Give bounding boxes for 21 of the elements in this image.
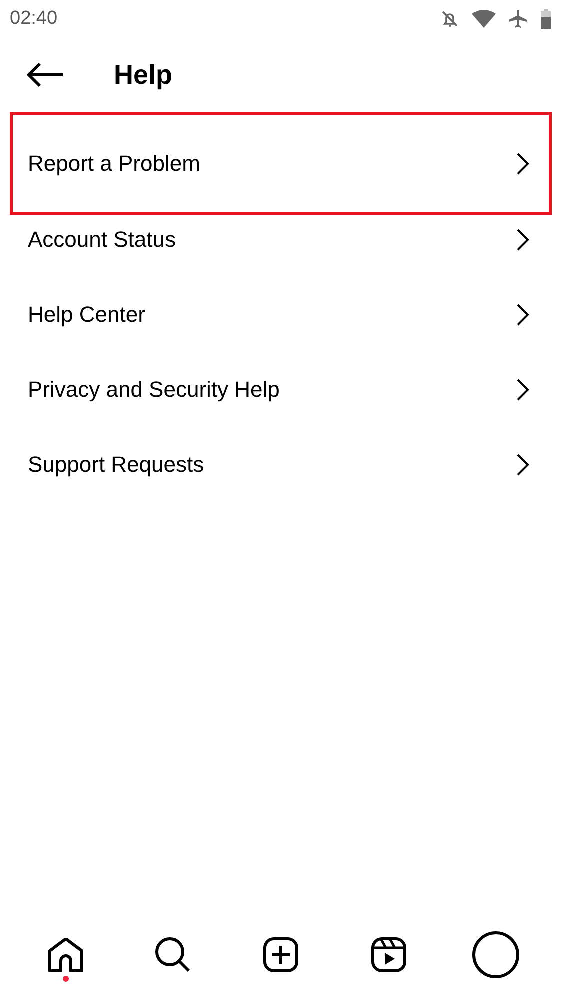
bell-off-icon <box>440 9 460 29</box>
chevron-right-icon <box>517 228 529 250</box>
airplane-icon <box>508 9 528 29</box>
menu-item[interactable]: Support Requests <box>10 427 552 502</box>
chevron-right-icon <box>517 378 529 400</box>
status-time: 02:40 <box>10 8 58 30</box>
chevron-right-icon <box>517 454 529 476</box>
wifi-icon <box>472 10 496 28</box>
page-title: Help <box>114 60 173 90</box>
home-icon[interactable] <box>48 938 84 972</box>
chevron-right-icon <box>517 304 529 326</box>
profile-avatar-icon[interactable] <box>472 931 520 979</box>
menu-item[interactable]: Help Center <box>10 277 552 352</box>
menu-item[interactable]: Report a Problem <box>10 112 552 215</box>
search-icon[interactable] <box>155 937 192 973</box>
plus-square-icon[interactable] <box>262 937 299 973</box>
back-arrow-icon[interactable] <box>26 62 64 88</box>
chevron-right-icon <box>517 152 529 174</box>
battery-icon <box>540 9 552 29</box>
reels-icon[interactable] <box>370 937 407 973</box>
menu-item[interactable]: Privacy and Security Help <box>10 352 552 427</box>
